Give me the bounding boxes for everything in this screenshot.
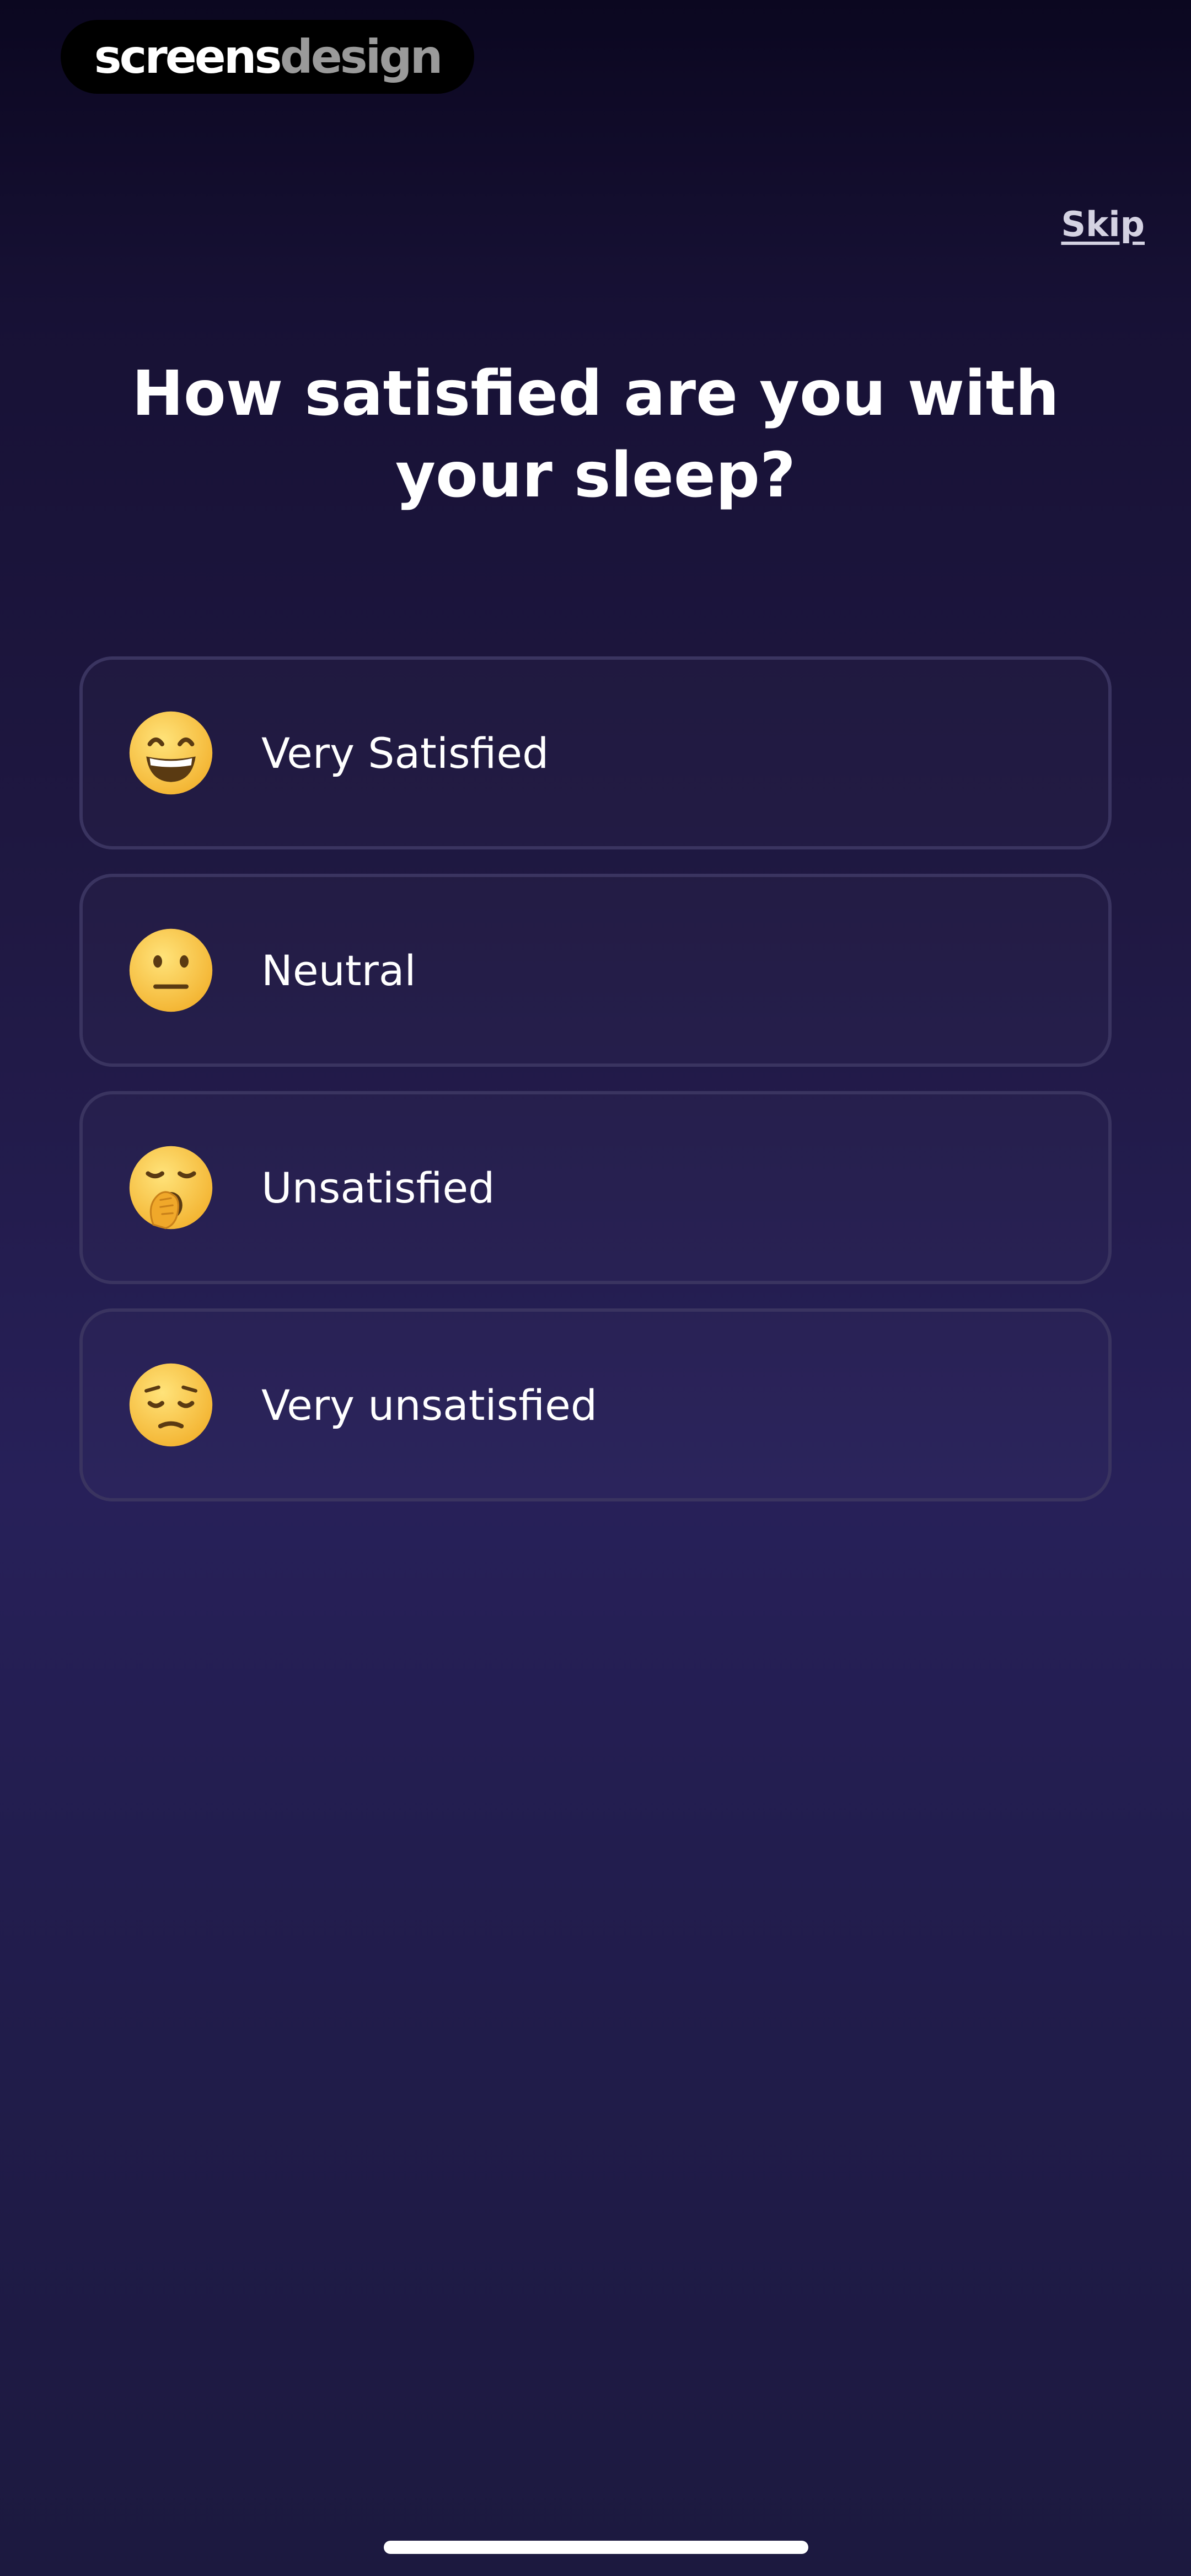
option-label: Neutral (261, 945, 416, 995)
answer-options-list: Very Satisfied Neutral Unsatisfied Very … (79, 656, 1112, 1526)
watermark-part-design: design (280, 30, 443, 84)
option-unsatisfied[interactable]: Unsatisfied (79, 1091, 1112, 1284)
option-label: Very Satisfied (261, 728, 549, 778)
grinning-face-icon (129, 711, 213, 795)
pensive-face-icon (129, 1363, 213, 1447)
watermark-part-screens: screens (94, 30, 282, 84)
option-very-unsatisfied[interactable]: Very unsatisfied (79, 1308, 1112, 1501)
yawning-face-icon (129, 1146, 213, 1230)
skip-button[interactable]: Skip (1061, 204, 1145, 244)
home-indicator[interactable] (384, 2541, 808, 2554)
neutral-face-icon (129, 928, 213, 1012)
option-neutral[interactable]: Neutral (79, 874, 1112, 1067)
screensdesign-watermark: screens design (61, 20, 474, 94)
option-very-satisfied[interactable]: Very Satisfied (79, 656, 1112, 849)
option-label: Very unsatisfied (261, 1380, 598, 1430)
page-title: How satisfied are you with your sleep? (132, 358, 1059, 511)
option-label: Unsatisfied (261, 1163, 495, 1212)
